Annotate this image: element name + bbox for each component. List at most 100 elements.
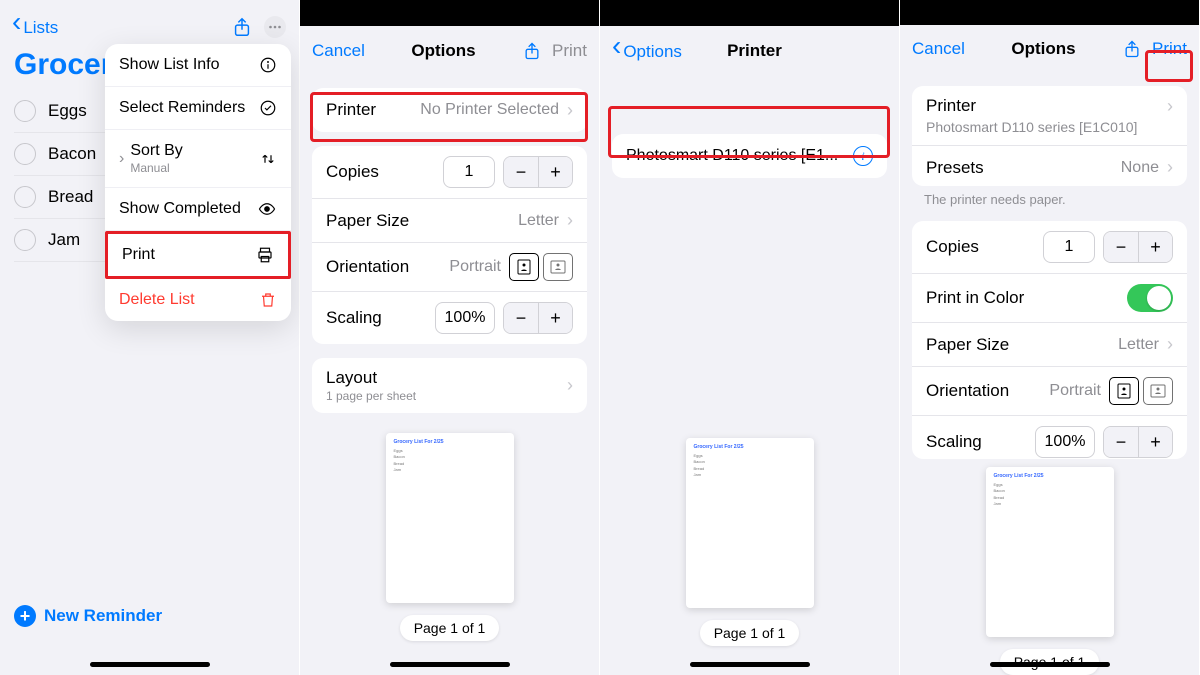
copies-value[interactable]: 1	[1043, 231, 1095, 263]
scaling-value[interactable]: 100%	[435, 302, 495, 334]
paper-size-row[interactable]: Paper Size Letter›	[912, 323, 1187, 367]
color-toggle[interactable]	[1127, 284, 1173, 312]
menu-show-list-info[interactable]: Show List Info	[105, 44, 291, 87]
menu-print[interactable]: Print	[105, 231, 291, 279]
menu-select-reminders[interactable]: Select Reminders	[105, 87, 291, 130]
orientation-row: Orientation Portrait	[312, 243, 587, 292]
new-reminder-button[interactable]: + New Reminder	[14, 605, 162, 627]
navbar: Lists	[0, 0, 299, 48]
print-button[interactable]: Print	[1152, 39, 1187, 59]
scaling-row: Scaling 100% −+	[912, 416, 1187, 459]
menu-sort-by[interactable]: › Sort ByManual	[105, 130, 291, 188]
plus-button[interactable]: +	[538, 303, 572, 333]
minus-button[interactable]: −	[1104, 232, 1138, 262]
preview-area: Grocery List For 2/25 Eggs Bacon Bread J…	[600, 178, 899, 675]
chevron-right-icon: ›	[119, 150, 124, 168]
page-title: Options	[965, 39, 1122, 59]
minus-button[interactable]: −	[504, 157, 538, 187]
back-button[interactable]: Lists	[12, 16, 58, 38]
share-icon[interactable]	[1122, 39, 1142, 59]
printer-row[interactable]: Printer No Printer Selected›	[312, 88, 587, 132]
copies-row: Copies 1 −+	[312, 146, 587, 199]
print-options-noprinter: Cancel Options Print Printer No Printer …	[300, 0, 600, 675]
plus-icon: +	[14, 605, 36, 627]
scaling-value[interactable]: 100%	[1035, 426, 1095, 458]
chevron-right-icon: ›	[567, 210, 573, 231]
status-bar	[300, 0, 599, 26]
checkbox-icon[interactable]	[14, 143, 36, 165]
orientation-landscape-button[interactable]	[1143, 377, 1173, 405]
reminders-screen: Lists Grocery Eggs Bacon Bread Jam Show …	[0, 0, 300, 675]
printer-option[interactable]: Photosmart D110 series [E1... i	[612, 134, 887, 178]
menu-delete-list[interactable]: Delete List	[105, 279, 291, 321]
checkbox-icon[interactable]	[14, 186, 36, 208]
preview-page[interactable]: Grocery List For 2/25 Eggs Bacon Bread J…	[986, 467, 1114, 637]
status-bar	[600, 0, 899, 26]
copies-stepper[interactable]: −+	[503, 156, 573, 188]
chevron-right-icon: ›	[1167, 334, 1173, 355]
checkbox-icon[interactable]	[14, 100, 36, 122]
chevron-right-icon: ›	[1167, 157, 1173, 178]
trash-icon	[259, 291, 277, 309]
printer-row[interactable]: Printer › Photosmart D110 series [E1C010…	[912, 86, 1187, 146]
cancel-button[interactable]: Cancel	[912, 39, 965, 59]
minus-button[interactable]: −	[1104, 427, 1138, 457]
check-circle-icon	[259, 99, 277, 117]
printer-section: Printer No Printer Selected›	[312, 88, 587, 132]
orientation-landscape-button[interactable]	[543, 253, 573, 281]
more-icon[interactable]	[263, 15, 287, 39]
plus-button[interactable]: +	[538, 157, 572, 187]
chevron-right-icon: ›	[567, 375, 573, 396]
print-button-disabled: Print	[552, 41, 587, 61]
checkbox-icon[interactable]	[14, 229, 36, 251]
scaling-stepper[interactable]: −+	[1103, 426, 1173, 458]
status-bar	[900, 0, 1199, 25]
presets-row[interactable]: Presets None›	[912, 146, 1187, 186]
plus-button[interactable]: +	[1138, 232, 1172, 262]
home-indicator	[90, 662, 210, 667]
scaling-row: Scaling 100% −+	[312, 292, 587, 344]
eye-icon	[257, 200, 277, 218]
print-in-color-row[interactable]: Print in Color	[912, 274, 1187, 323]
cancel-button[interactable]: Cancel	[312, 41, 365, 61]
home-indicator	[390, 662, 510, 667]
context-menu: Show List Info Select Reminders › Sort B…	[105, 44, 291, 321]
home-indicator	[990, 662, 1110, 667]
preview-area: Grocery List For 2/25 Eggs Bacon Bread J…	[900, 459, 1199, 675]
orientation-portrait-button[interactable]	[1109, 377, 1139, 405]
page-indicator: Page 1 of 1	[400, 615, 500, 641]
orientation-portrait-button[interactable]	[509, 253, 539, 281]
paper-size-row[interactable]: Paper Size Letter›	[312, 199, 587, 243]
info-icon	[259, 56, 277, 74]
menu-show-completed[interactable]: Show Completed	[105, 188, 291, 231]
sort-arrows-icon	[259, 150, 277, 168]
orientation-row: Orientation Portrait	[912, 367, 1187, 416]
preview-page[interactable]: Grocery List For 2/25 Eggs Bacon Bread J…	[686, 438, 814, 608]
copies-row: Copies 1 −+	[912, 221, 1187, 274]
layout-row[interactable]: Layout1 page per sheet ›	[312, 358, 587, 413]
copies-value[interactable]: 1	[443, 156, 495, 188]
chevron-right-icon: ›	[567, 100, 573, 121]
navbar: Cancel Options Print	[900, 25, 1199, 72]
minus-button[interactable]: −	[504, 303, 538, 333]
page-settings-section: Copies 1 −+ Paper Size Letter› Orientati…	[312, 146, 587, 344]
printer-icon	[256, 246, 274, 264]
chevron-right-icon: ›	[1167, 96, 1173, 117]
page-indicator: Page 1 of 1	[700, 620, 800, 646]
plus-button[interactable]: +	[1138, 427, 1172, 457]
scaling-stepper[interactable]: −+	[503, 302, 573, 334]
printer-select-screen: Options Printer Photosmart D110 series […	[600, 0, 900, 675]
preview-page[interactable]: Grocery List For 2/25 Eggs Bacon Bread J…	[386, 433, 514, 603]
preview-area: Grocery List For 2/25 Eggs Bacon Bread J…	[300, 413, 599, 675]
copies-stepper[interactable]: −+	[1103, 231, 1173, 263]
printer-status-note: The printer needs paper.	[900, 186, 1199, 207]
navbar: Cancel Options Print	[300, 26, 599, 74]
page-title: Options	[365, 41, 522, 61]
print-options-ready: Cancel Options Print Printer › Photosmar…	[900, 0, 1200, 675]
printer-section: Printer › Photosmart D110 series [E1C010…	[912, 86, 1187, 186]
back-button[interactable]: Options	[612, 40, 682, 62]
page-settings-section: Copies 1 −+ Print in Color Paper Size Le…	[912, 221, 1187, 459]
share-icon[interactable]	[231, 16, 253, 38]
info-icon[interactable]: i	[853, 146, 873, 166]
share-icon[interactable]	[522, 41, 542, 61]
